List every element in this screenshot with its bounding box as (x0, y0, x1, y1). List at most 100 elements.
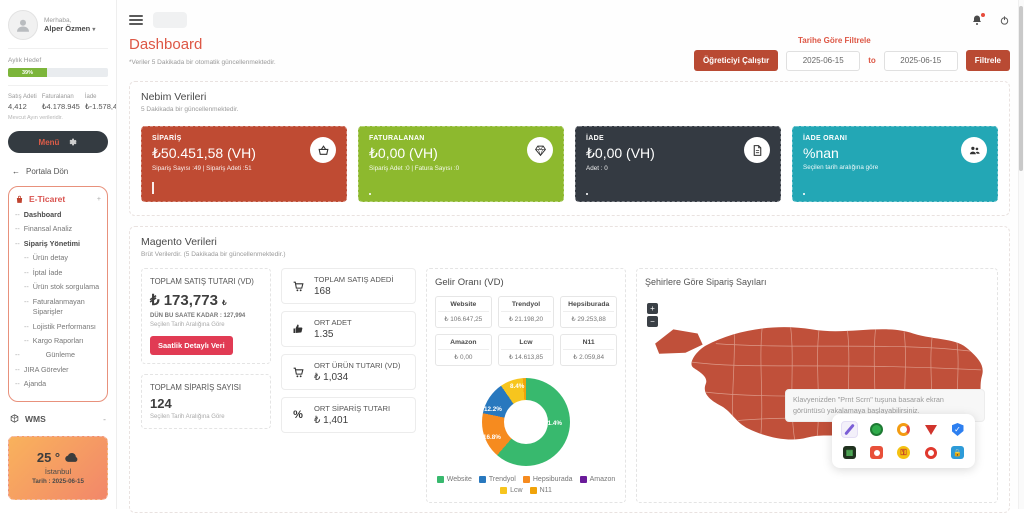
range-note: Seçilen Tarih Aralığına Göre (150, 414, 262, 420)
chevron-down-icon: ▾ (92, 27, 95, 33)
sidebar-item-gunleme[interactable]: --Günleme (15, 350, 101, 360)
hamburger-menu-icon[interactable] (129, 15, 143, 25)
sidebar-item-kargo-raporlari[interactable]: --Kargo Raporları (24, 336, 101, 346)
donut-label-lcw: 8.4% (510, 383, 524, 390)
portal-back-link[interactable]: ← Portala Dön (12, 167, 108, 176)
lock-extension-icon[interactable]: 🔒 (949, 444, 966, 461)
sidebar-item-dashboard[interactable]: --Dashboard (15, 210, 101, 220)
green-circle-extension-icon[interactable] (868, 421, 885, 438)
sidebar-item-eticaret[interactable]: E-Ticaret + (15, 194, 101, 204)
date-from-input[interactable] (786, 51, 860, 71)
sidebar-item-iptal-iade[interactable]: --İptal İade (24, 268, 101, 278)
monthly-goal-progress: 39% (8, 68, 108, 77)
portal-back-label: Portala Dön (26, 167, 68, 176)
donut-label-trendyol: 12.2% (484, 406, 502, 413)
legend-hepsiburada[interactable]: Hepsiburada (523, 476, 573, 483)
stat-label: İade (85, 94, 117, 100)
download-arrow-extension-icon[interactable] (922, 421, 939, 438)
sidebar-item-ajanda[interactable]: --Ajanda (15, 379, 101, 389)
tile-website: Website₺ 106.647,25 (435, 296, 492, 328)
expand-icon: + (97, 196, 101, 203)
filter-button[interactable]: Filtrele (966, 50, 1010, 71)
card-label: FATURALANAN (369, 135, 553, 142)
sidebar-item-lojistik-performansi[interactable]: --Lojistik Performansı (24, 322, 101, 332)
card-sub: Sipariş Sayısı :49 | Sipariş Adeti :51 (152, 165, 336, 172)
sidebar-item-siparis-yonetimi[interactable]: --Sipariş Yönetimi (15, 239, 101, 249)
key-extension-icon[interactable]: ⚿ (895, 444, 912, 461)
legend-n11[interactable]: N11 (530, 487, 552, 494)
scrollbar-thumb[interactable] (1019, 6, 1023, 171)
map-zoom-out-button[interactable]: − (647, 316, 658, 327)
greeting-text: Merhaba, (44, 17, 95, 24)
legend-lcw[interactable]: Lcw (500, 487, 522, 494)
eticaret-menu-box: E-Ticaret + --Dashboard --Finansal Anali… (8, 186, 108, 402)
orange-ring-extension-icon[interactable] (895, 421, 912, 438)
revenue-tiles: Website₺ 106.647,25 Trendyol₺ 21.198,20 … (435, 296, 617, 366)
card-faturalanan: FATURALANAN ₺0,00 (VH) Sipariş Adet :0 |… (358, 126, 564, 202)
tile-amazon: Amazon₺ 0,00 (435, 334, 492, 366)
stat-value: 4,412 (8, 102, 37, 111)
card-label: İADE (586, 135, 770, 142)
map-zoom-in-button[interactable]: + (647, 303, 658, 314)
turkey-map[interactable]: + − (645, 295, 989, 468)
sidebar-item-wms[interactable]: WMS - (10, 414, 106, 424)
power-icon[interactable] (999, 15, 1010, 26)
menu-button-label: Menü (39, 138, 60, 147)
auto-refresh-note: *Veriler 5 Dakikada bir otomatik güncell… (129, 59, 276, 66)
user-name[interactable]: Alper Özmen ▾ (44, 24, 95, 33)
sidebar-item-urun-stok-sorgulama[interactable]: --Ürün stok sorgulama (24, 282, 101, 292)
date-to-input[interactable] (884, 51, 958, 71)
hourly-detail-button[interactable]: Saatlik Detaylı Veri (150, 336, 233, 355)
magento-subtitle: Brüt Verilerdir. (5 Dakikada bir güncell… (141, 251, 998, 258)
menu-button[interactable]: Menü (8, 131, 108, 153)
user-profile[interactable]: Merhaba, Alper Özmen ▾ (8, 10, 108, 40)
legend-trendyol[interactable]: Trendyol (479, 476, 516, 483)
nebim-cards: SİPARİŞ ₺50.451,58 (VH) Sipariş Sayısı :… (141, 126, 998, 202)
dash-prefix: -- (24, 268, 29, 278)
gelir-orani-title: Gelir Oranı (VD) (435, 277, 617, 288)
to-label: to (868, 56, 876, 65)
dash-prefix: -- (15, 224, 20, 234)
red-ring-extension-icon[interactable] (922, 444, 939, 461)
record-extension-icon[interactable] (868, 444, 885, 461)
revenue-donut-chart[interactable]: 61.4% 16.8% 12.2% 8.4% (482, 378, 570, 466)
page-header: Dashboard *Veriler 5 Dakikada bir otomat… (129, 36, 1010, 71)
divider (8, 48, 108, 49)
stat-label: Faturalanan (42, 94, 80, 100)
city-orders-map-card: Şehirlere Göre Sipariş Sayıları + − (636, 268, 998, 503)
dash-prefix: -- (15, 365, 20, 375)
stat-invoiced: Faturalanan ₺4.178.945 (42, 94, 80, 111)
kpi-avg-order-total: % ORT SİPARİŞ TUTARI₺ 1,401 (281, 397, 416, 433)
weather-city: İstanbul (45, 467, 71, 476)
kpi-avg-product-total: ORT ÜRÜN TUTARI (VD)₺ 1,034 (281, 354, 416, 390)
date-filter: Tarihe Göre Filtrele Öğreticiyi Çalıştır… (694, 36, 1010, 71)
yesterday-comparison: DÜN BU SAATE KADAR : 127,994 (150, 313, 262, 319)
sidebar-item-urun-detay[interactable]: --Ürün detay (24, 253, 101, 263)
notifications-bell-icon[interactable] (971, 14, 983, 26)
total-orders-label: TOPLAM SİPARİŞ SAYISI (150, 383, 262, 392)
card-sub: Sipariş Adet :0 | Fatura Sayısı :0 (369, 165, 553, 172)
sidebar-item-faturalanmayan-siparisler[interactable]: --Faturalanmayan Siparişler (24, 297, 101, 318)
legend-website[interactable]: Website (437, 476, 472, 483)
shield-check-extension-icon[interactable]: ✓ (949, 421, 966, 438)
magento-col-totals: TOPLAM SATIŞ TUTARI (VD) ₺ 173,773 ₺ DÜN… (141, 268, 271, 503)
avatar (8, 10, 38, 40)
stat-value: ₺-1.578,40 (85, 102, 117, 111)
cursor-mark (152, 182, 154, 194)
tutorial-button[interactable]: Öğreticiyi Çalıştır (694, 50, 778, 71)
sidebar-item-finansal-analiz[interactable]: --Finansal Analiz (15, 224, 101, 234)
legend-amazon[interactable]: Amazon (580, 476, 616, 483)
stat-sales-count: Satış Adeti 4,412 (8, 94, 37, 111)
shopping-bag-icon (15, 195, 24, 204)
magento-col-kpis: TOPLAM SATIŞ ADEDİ168 ORT ADET1.35 ORT Ü… (281, 268, 416, 503)
dash-prefix: -- (24, 297, 29, 318)
page-scrollbar[interactable] (1018, 0, 1024, 509)
pen-extension-icon[interactable] (841, 421, 858, 438)
sidebar-item-jira-gorevler[interactable]: --JIRA Görevler (15, 365, 101, 375)
filter-title: Tarihe Göre Filtrele (798, 36, 871, 45)
user-name-label: Alper Özmen (44, 24, 90, 33)
wms-label: WMS (25, 414, 46, 424)
wms-icon (10, 414, 19, 423)
dark-grid-extension-icon[interactable]: ▦ (841, 444, 858, 461)
donut-label-hepsiburada: 16.8% (483, 434, 501, 441)
